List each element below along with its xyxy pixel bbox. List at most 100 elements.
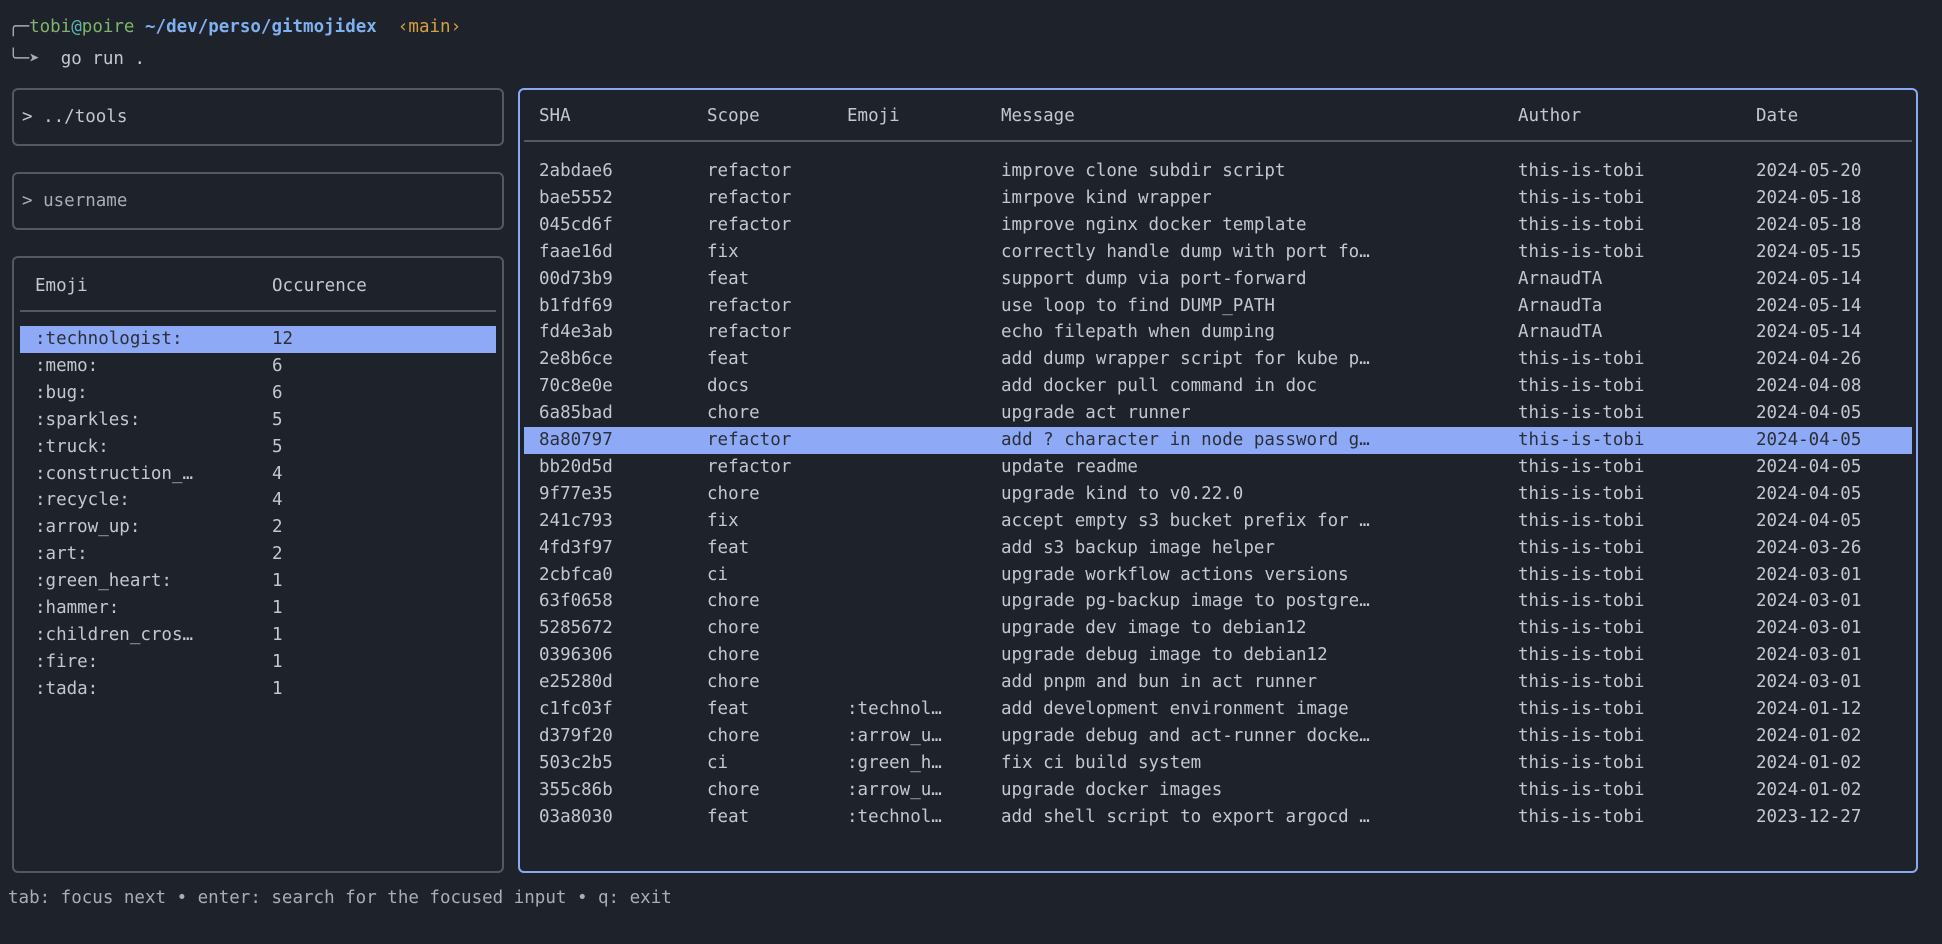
emoji-row[interactable]: :children_cros… 1 xyxy=(20,622,496,649)
commit-author: this-is-tobi xyxy=(1518,564,1645,585)
emoji-row[interactable]: :fire: 1 xyxy=(20,649,496,676)
commit-date: 2024-05-18 xyxy=(1756,187,1862,208)
commit-scope: refactor xyxy=(707,187,792,208)
emoji-name: :art: xyxy=(35,544,88,565)
commit-message: upgrade debug and act-runner docke… xyxy=(1001,725,1370,746)
path-input[interactable]: > ../tools xyxy=(12,88,504,146)
commit-author: this-is-tobi xyxy=(1518,187,1645,208)
commit-row[interactable]: 6a85bad chore upgrade act runner this-is-to… xyxy=(524,400,1912,427)
commit-date: 2024-03-01 xyxy=(1756,645,1862,666)
emoji-name: :technologist: xyxy=(35,329,183,349)
commit-sha: 0396306 xyxy=(539,645,613,666)
commit-row[interactable]: c1fc03f feat:technol… add development envi… xyxy=(524,696,1912,723)
commit-author: this-is-tobi xyxy=(1518,483,1645,504)
emoji-count: 4 xyxy=(272,490,283,511)
commit-row[interactable]: 0396306 chore upgrade debug image to debia… xyxy=(524,642,1912,669)
commit-row[interactable]: 9f77e35 chore upgrade kind to v0.22.0 this-… xyxy=(524,481,1912,508)
commit-row[interactable]: 503c2b5 ci:green_h… fix ci build system thi… xyxy=(524,750,1912,777)
commit-scope: chore xyxy=(707,403,760,424)
commit-date: 2024-03-01 xyxy=(1756,672,1862,693)
commit-row[interactable]: 355c86b chore:arrow_u… upgrade docker imag… xyxy=(524,777,1912,804)
commit-emoji: :green_h… xyxy=(847,752,942,773)
emoji-count: 4 xyxy=(272,463,283,484)
commit-date: 2024-03-01 xyxy=(1756,618,1862,639)
username-input[interactable]: > username xyxy=(12,172,504,230)
commit-row[interactable]: 03a8030 feat:technol… add shell script to … xyxy=(524,804,1912,831)
commit-row[interactable]: 5285672 chore upgrade dev image to debian1… xyxy=(524,615,1912,642)
commit-row[interactable]: d379f20 chore:arrow_u… upgrade debug and a… xyxy=(524,723,1912,750)
input-prompt-icon: > xyxy=(22,191,33,211)
commit-message: use loop to find DUMP_PATH xyxy=(1001,295,1275,316)
commit-date: 2024-05-14 xyxy=(1756,295,1862,316)
commit-scope: feat xyxy=(707,537,750,558)
commit-row[interactable]: 2cbfca0 ci upgrade workflow actions versio… xyxy=(524,562,1912,589)
emoji-row[interactable]: :memo: 6 xyxy=(20,353,496,380)
commit-row[interactable]: 2e8b6ce feat add dump wrapper script for k… xyxy=(524,346,1912,373)
commit-scope: feat xyxy=(707,268,750,289)
commit-sha: 241c793 xyxy=(539,510,613,531)
commit-author: this-is-tobi xyxy=(1518,725,1645,746)
emoji-row[interactable]: :sparkles: 5 xyxy=(20,407,496,434)
commit-row[interactable]: bae5552 refactor imrpove kind wrapper this-… xyxy=(524,185,1912,212)
emoji-row[interactable]: :green_heart: 1 xyxy=(20,568,496,595)
commit-date: 2024-05-18 xyxy=(1756,214,1862,235)
commit-scope: feat xyxy=(707,806,750,827)
header-divider xyxy=(524,140,1912,142)
emoji-count: 6 xyxy=(272,382,283,403)
commit-message: add docker pull command in doc xyxy=(1001,376,1318,397)
commit-date: 2024-01-12 xyxy=(1756,699,1862,719)
commit-sha: 9f77e35 xyxy=(539,483,613,504)
commit-date: 2024-04-05 xyxy=(1756,403,1862,424)
emoji-row[interactable]: :recycle: 4 xyxy=(20,487,496,514)
commit-emoji: :technol… xyxy=(847,806,942,827)
emoji-count: 1 xyxy=(272,678,283,699)
commit-author: this-is-tobi xyxy=(1518,645,1645,666)
shell-command: go run . xyxy=(60,49,145,69)
commit-row[interactable]: bb20d5d refactor update readme this-is-tobi… xyxy=(524,454,1912,481)
emoji-table[interactable]: Emoji Occurence :technologist: 12:memo: 6:… xyxy=(12,256,504,873)
commit-row[interactable]: e25280d chore add pnpm and bun in act runn… xyxy=(524,669,1912,696)
prompt-arrow-icon: ╰─➤ xyxy=(8,49,40,69)
commit-row[interactable]: 8a80797 refactor add ? character in node p… xyxy=(524,427,1912,454)
commit-row[interactable]: 00d73b9 feat support dump via port-forward… xyxy=(524,266,1912,293)
commit-author: this-is-tobi xyxy=(1518,241,1645,262)
commit-author: this-is-tobi xyxy=(1518,806,1645,827)
commit-message: fix ci build system xyxy=(1001,752,1202,773)
emoji-count: 1 xyxy=(272,624,283,645)
commit-date: 2023-12-27 xyxy=(1756,806,1862,827)
emoji-row[interactable]: :art: 2 xyxy=(20,541,496,568)
commit-row[interactable]: faae16d fix correctly handle dump with por… xyxy=(524,239,1912,266)
commit-message: upgrade workflow actions versions xyxy=(1001,564,1349,585)
emoji-row[interactable]: :tada: 1 xyxy=(20,676,496,703)
emoji-row[interactable]: :truck: 5 xyxy=(20,434,496,461)
commits-table[interactable]: SHA Scope Emoji Message Author Date 2abd… xyxy=(518,88,1918,873)
commit-scope: refactor xyxy=(707,295,792,316)
commit-scope: chore xyxy=(707,618,760,639)
commit-row[interactable]: 045cd6f refactor improve nginx docker temp… xyxy=(524,212,1912,239)
commit-row[interactable]: 2abdae6 refactor improve clone subdir scri… xyxy=(524,158,1912,185)
commit-row[interactable]: 63f0658 chore upgrade pg-backup image to p… xyxy=(524,588,1912,615)
commit-sha: 2abdae6 xyxy=(539,161,613,181)
commit-row[interactable]: fd4e3ab refactor echo filepath when dumpin… xyxy=(524,319,1912,346)
commit-sha: e25280d xyxy=(539,672,613,693)
emoji-name: :tada: xyxy=(35,678,99,699)
commit-row[interactable]: 4fd3f97 feat add s3 backup image helper thi… xyxy=(524,535,1912,562)
commit-message: correctly handle dump with port fo… xyxy=(1001,241,1370,262)
commit-row[interactable]: 70c8e0e docs add docker pull command in do… xyxy=(524,373,1912,400)
commit-message: support dump via port-forward xyxy=(1001,268,1307,289)
emoji-row[interactable]: :arrow_up: 2 xyxy=(20,514,496,541)
emoji-row[interactable]: :hammer: 1 xyxy=(20,595,496,622)
emoji-row[interactable]: :bug: 6 xyxy=(20,380,496,407)
emoji-row[interactable]: :technologist: 12 xyxy=(20,326,496,353)
commit-sha: b1fdf69 xyxy=(539,295,613,316)
commit-scope: refactor xyxy=(707,430,792,450)
commit-message: update readme xyxy=(1001,456,1138,477)
commit-scope: chore xyxy=(707,725,760,746)
commit-sha: 6a85bad xyxy=(539,403,613,424)
emoji-name: :memo: xyxy=(35,355,99,376)
commit-row[interactable]: 241c793 fix accept empty s3 bucket prefix … xyxy=(524,508,1912,535)
emoji-count: 1 xyxy=(272,571,283,592)
emoji-row[interactable]: :construction_… 4 xyxy=(20,461,496,488)
commit-row[interactable]: b1fdf69 refactor use loop to find DUMP_PAT… xyxy=(524,293,1912,320)
commit-sha: bae5552 xyxy=(539,187,613,208)
